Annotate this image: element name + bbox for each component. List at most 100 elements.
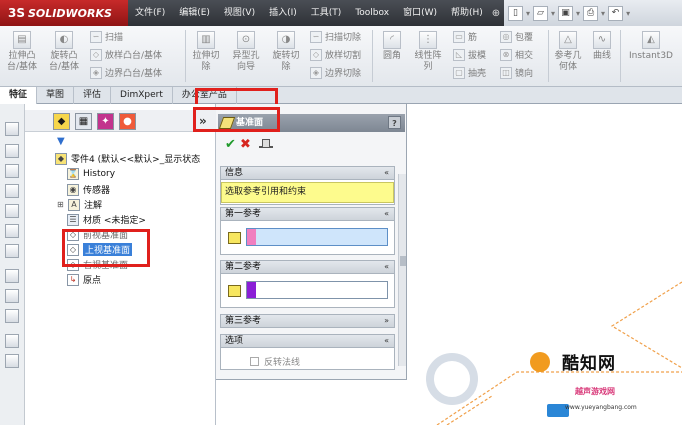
- tool-icon[interactable]: [5, 204, 19, 218]
- tab-dimxpert[interactable]: DimXpert: [111, 87, 173, 104]
- hole-wizard-label: 异型孔 向导: [232, 51, 260, 72]
- solidworks-logo[interactable]: 3S SOLIDWORKS: [0, 0, 128, 26]
- second-reference-header[interactable]: 第二参考 «: [220, 260, 395, 274]
- property-manager-scrollbar[interactable]: [398, 174, 406, 366]
- first-reference-header[interactable]: 第一参考 «: [220, 207, 395, 221]
- boundary-cut-button[interactable]: ◈ 边界切除: [310, 66, 361, 79]
- intersect-button[interactable]: ⊗ 相交: [500, 48, 533, 61]
- tree-item-sensors[interactable]: ◉ 传感器: [67, 183, 110, 196]
- tool-icon[interactable]: [5, 269, 19, 283]
- collapse-chevron-icon[interactable]: «: [384, 261, 389, 273]
- pushpin-icon[interactable]: [259, 139, 273, 148]
- toolbar-separator: [548, 30, 549, 82]
- menu-insert[interactable]: 插入(I): [262, 0, 304, 26]
- second-reference-selection-box[interactable]: [246, 281, 388, 299]
- dropdown-arrow-icon[interactable]: ▾: [576, 9, 580, 18]
- tool-icon[interactable]: [5, 309, 19, 323]
- reference-entity-icon: [228, 232, 241, 244]
- dropdown-arrow-icon[interactable]: ▾: [551, 9, 555, 18]
- tool-icon[interactable]: [5, 334, 19, 348]
- tool-icon[interactable]: [5, 144, 19, 158]
- instant3d-button[interactable]: ◭ Instant3D: [622, 31, 680, 62]
- tree-item-annotations[interactable]: ⊞ A 注解: [57, 198, 102, 211]
- revolve-boss-button[interactable]: ◐ 旋转凸 台/基体: [46, 31, 82, 73]
- shell-button[interactable]: ▢ 抽壳: [453, 66, 486, 79]
- revolve-cut-button[interactable]: ◑ 旋转切 除: [268, 31, 304, 73]
- menu-edit[interactable]: 编辑(E): [172, 0, 217, 26]
- new-document-icon[interactable]: ▯: [508, 5, 523, 21]
- curves-button[interactable]: ∿ 曲线: [588, 31, 616, 62]
- propertymanager-tab-icon[interactable]: ▦: [75, 113, 92, 130]
- reference-geometry-button[interactable]: △ 参考几 何体: [550, 31, 586, 73]
- third-reference-header[interactable]: 第三参考 »: [220, 314, 395, 328]
- tree-root-part[interactable]: ◆ 零件4 (默认<<默认>_显示状态: [55, 152, 200, 165]
- menu-toolbox[interactable]: Toolbox: [348, 0, 396, 26]
- expand-plus-icon[interactable]: ⊞: [57, 200, 64, 209]
- rib-button[interactable]: ▭ 筋: [453, 30, 477, 43]
- open-icon[interactable]: ▱: [533, 5, 549, 21]
- tool-icon[interactable]: [5, 289, 19, 303]
- hole-wizard-button[interactable]: ⊙ 异型孔 向导: [228, 31, 264, 73]
- lofted-cut-button[interactable]: ◇ 放样切割: [310, 48, 361, 61]
- draft-button[interactable]: ◺ 拔模: [453, 48, 486, 61]
- dropdown-arrow-icon[interactable]: ▾: [626, 9, 630, 18]
- extrude-cut-button[interactable]: ▥ 拉伸切 除: [188, 31, 224, 73]
- extrude-cut-icon: ▥: [197, 31, 215, 49]
- graphics-area[interactable]: 酷知网 越声游戏网 www.yueyangbang.com: [407, 104, 682, 425]
- tool-icon[interactable]: [5, 164, 19, 178]
- swept-cut-icon: ∽: [310, 30, 322, 43]
- tree-item-origin[interactable]: ↳ 原点: [67, 273, 101, 286]
- dropdown-arrow-icon[interactable]: ▾: [601, 9, 605, 18]
- cancel-x-icon[interactable]: ✖: [240, 137, 251, 152]
- featuremanager-tab-icon[interactable]: ◆: [53, 113, 70, 130]
- save-icon[interactable]: ▣: [558, 5, 574, 21]
- options-group-header[interactable]: 选项 «: [220, 334, 395, 348]
- tool-icon[interactable]: [5, 224, 19, 238]
- wrap-button[interactable]: ◎ 包覆: [500, 30, 533, 43]
- dropdown-arrow-icon[interactable]: ▾: [526, 9, 530, 18]
- fillet-button[interactable]: ◜ 圆角: [377, 31, 407, 62]
- menu-window[interactable]: 窗口(W): [396, 0, 444, 26]
- loft-boss-button[interactable]: ◇ 放样凸台/基体: [90, 48, 162, 61]
- tree-item-label: History: [83, 169, 116, 179]
- expand-chevron-icon[interactable]: »: [384, 315, 389, 327]
- sweep-icon: ∽: [90, 30, 102, 43]
- pin-menu-icon[interactable]: ⊕: [492, 8, 500, 19]
- display-manager-tab-icon[interactable]: ●: [119, 113, 136, 130]
- help-icon[interactable]: ?: [388, 116, 401, 129]
- tree-item-history[interactable]: ⌛ History: [67, 168, 115, 180]
- extrude-icon: ▤: [13, 31, 31, 49]
- flip-normal-checkbox[interactable]: 反转法线: [250, 355, 300, 368]
- linear-pattern-button[interactable]: ⋮ 线性阵 列: [410, 31, 446, 73]
- sweep-button[interactable]: ∽ 扫描: [90, 30, 123, 43]
- tab-features[interactable]: 特征: [0, 87, 38, 104]
- tool-icon[interactable]: [5, 122, 19, 136]
- tool-icon[interactable]: [5, 184, 19, 198]
- print-icon[interactable]: ⎙: [583, 5, 599, 21]
- ok-checkmark-icon[interactable]: ✔: [225, 137, 236, 152]
- menu-file[interactable]: 文件(F): [128, 0, 172, 26]
- first-reference-selection-box[interactable]: [246, 228, 388, 246]
- message-group-header[interactable]: 信息 «: [220, 166, 395, 180]
- tree-item-material[interactable]: ☰ 材质 <未指定>: [67, 213, 146, 226]
- collapse-chevron-icon[interactable]: «: [384, 167, 389, 179]
- collapse-chevron-icon[interactable]: «: [384, 335, 389, 347]
- boundary-boss-button[interactable]: ◈ 边界凸台/基体: [90, 66, 162, 79]
- tool-icon[interactable]: [5, 354, 19, 368]
- boss-extrude-button[interactable]: ▤ 拉伸凸 台/基体: [4, 31, 40, 73]
- collapse-chevron-icon[interactable]: «: [384, 208, 389, 220]
- watermark-brand: 酷知网: [562, 354, 616, 374]
- quick-access-toolbar: ▯ ▾ ▱ ▾ ▣ ▾ ⎙ ▾ ↶ ▾: [504, 0, 682, 26]
- filter-icon[interactable]: ▼: [57, 136, 65, 147]
- configurationmanager-tab-icon[interactable]: ✦: [97, 113, 114, 130]
- menu-view[interactable]: 视图(V): [217, 0, 262, 26]
- swept-cut-button[interactable]: ∽ 扫描切除: [310, 30, 361, 43]
- tool-icon[interactable]: [5, 244, 19, 258]
- tab-evaluate[interactable]: 评估: [74, 87, 112, 104]
- mirror-button[interactable]: ◫ 镜向: [500, 66, 533, 79]
- menu-help[interactable]: 帮助(H): [444, 0, 490, 26]
- scrollbar-thumb[interactable]: [400, 256, 406, 266]
- undo-icon[interactable]: ↶: [608, 5, 624, 21]
- menu-tools[interactable]: 工具(T): [304, 0, 349, 26]
- tab-sketch[interactable]: 草图: [37, 87, 75, 104]
